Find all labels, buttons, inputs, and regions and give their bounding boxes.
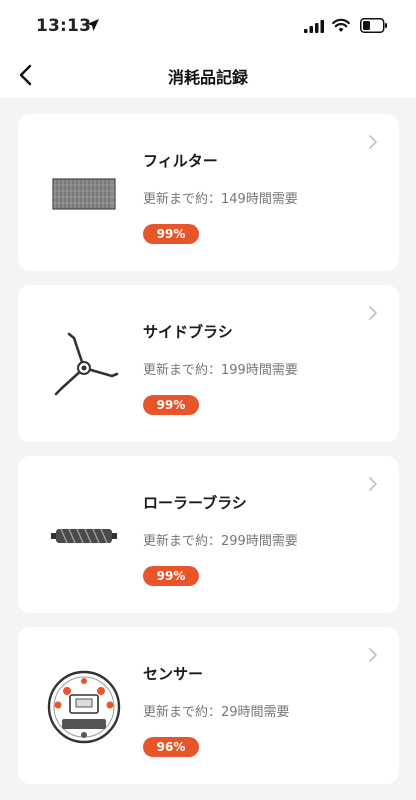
chevron-right-icon xyxy=(369,648,377,662)
side-brush-icon xyxy=(46,327,122,403)
chevron-right-icon xyxy=(369,306,377,320)
consumables-list: フィルター 更新まで約：149時間需要 99% サイドブラシ 更新まで約：199… xyxy=(18,114,399,798)
consumable-name: センサー xyxy=(143,665,204,683)
consumable-name: フィルター xyxy=(143,152,218,170)
consumable-name: サイドブラシ xyxy=(143,323,233,341)
percent-badge: 99% xyxy=(143,224,199,244)
filter-icon xyxy=(46,156,122,232)
percent-badge: 99% xyxy=(143,566,199,586)
consumable-card-side-brush[interactable]: サイドブラシ 更新まで約：199時間需要 99% xyxy=(18,285,399,442)
remaining-hours-text: 更新まで約：29時間需要 xyxy=(143,705,290,720)
consumable-card-sensor[interactable]: センサー 更新まで約：29時間需要 96% xyxy=(18,627,399,784)
status-time: 13:13 xyxy=(36,16,92,36)
chevron-right-icon xyxy=(369,135,377,149)
cellular-signal-icon xyxy=(304,20,324,33)
consumable-name: ローラーブラシ xyxy=(143,494,247,512)
status-bar: 13:13 xyxy=(0,0,416,52)
percent-badge: 96% xyxy=(143,737,199,757)
consumable-card-roller-brush[interactable]: ローラーブラシ 更新まで約：299時間需要 99% xyxy=(18,456,399,613)
remaining-hours-text: 更新まで約：199時間需要 xyxy=(143,363,298,378)
nav-bar: 消耗品記録 xyxy=(0,52,416,98)
consumable-card-filter[interactable]: フィルター 更新まで約：149時間需要 99% xyxy=(18,114,399,271)
remaining-hours-text: 更新まで約：149時間需要 xyxy=(143,192,298,207)
wifi-icon xyxy=(332,18,350,32)
sensor-icon xyxy=(46,669,122,745)
location-arrow-icon xyxy=(87,19,99,31)
chevron-right-icon xyxy=(369,477,377,491)
remaining-hours-text: 更新まで約：299時間需要 xyxy=(143,534,298,549)
roller-brush-icon xyxy=(46,498,122,574)
battery-icon xyxy=(360,18,387,33)
page-title: 消耗品記録 xyxy=(167,68,248,87)
percent-badge: 99% xyxy=(143,395,199,415)
